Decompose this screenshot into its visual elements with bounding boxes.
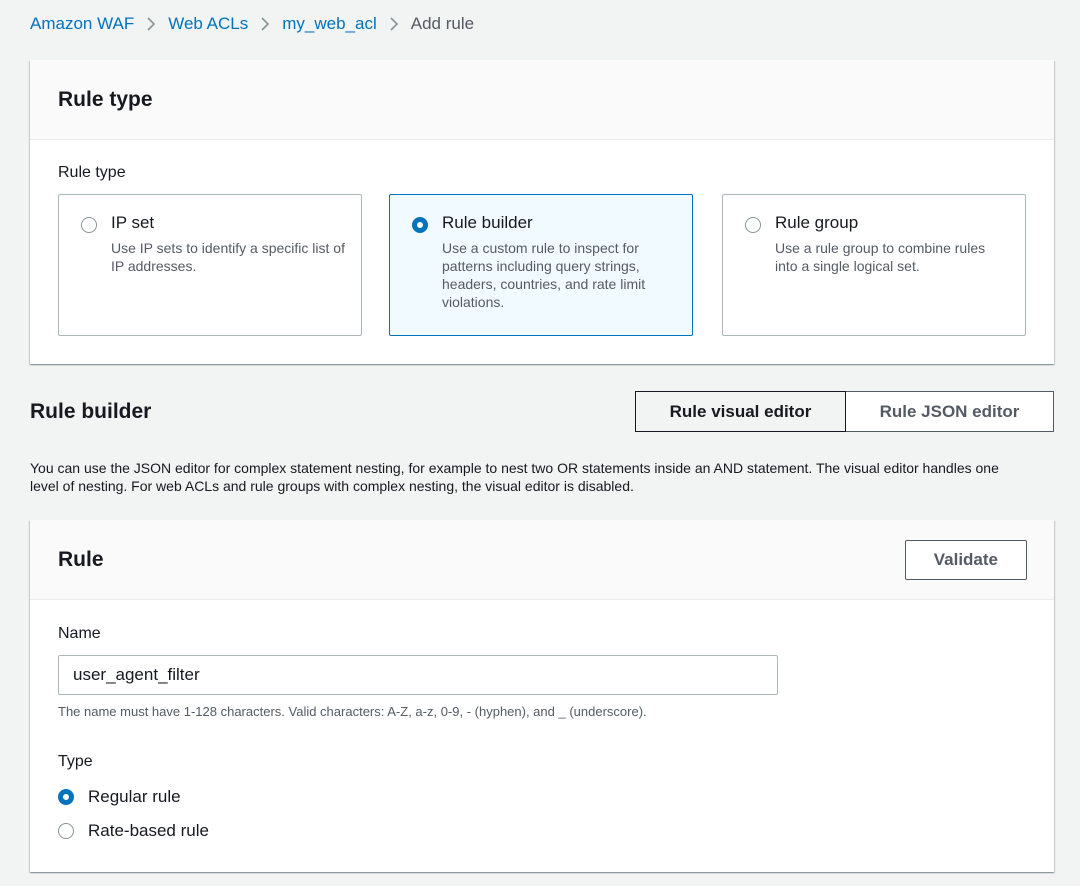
rule-type-panel-title: Rule type — [58, 87, 153, 111]
type-option-regular-rule[interactable]: Regular rule — [58, 787, 181, 807]
name-field-label: Name — [58, 625, 101, 642]
rule-visual-editor-button[interactable]: Rule visual editor — [635, 391, 846, 432]
breadcrumb-current: Add rule — [410, 14, 475, 33]
name-constraint-text: The name must have 1-128 characters. Val… — [58, 704, 647, 719]
rule-builder-help-text: You can use the JSON editor for complex … — [30, 460, 999, 494]
tile-rule-group-title: Rule group — [775, 213, 859, 232]
rule-type-panel: Rule type Rule type IP set Use IP sets t… — [30, 60, 1054, 364]
name-input[interactable] — [58, 655, 778, 695]
tile-rule-builder[interactable]: Rule builder Use a custom rule to inspec… — [389, 194, 693, 336]
chevron-right-icon — [389, 16, 399, 32]
rule-json-editor-button[interactable]: Rule JSON editor — [846, 391, 1054, 432]
rule-panel-title: Rule — [58, 547, 104, 571]
regular-rule-label: Regular rule — [88, 787, 181, 806]
breadcrumb: Amazon WAF Web ACLs my_web_acl Add rule — [30, 14, 474, 34]
radio-regular-rule[interactable] — [58, 789, 74, 805]
validate-button[interactable]: Validate — [904, 539, 1027, 580]
tile-ip-set-description: Use IP sets to identify a specific list … — [111, 240, 345, 274]
radio-rule-builder[interactable] — [412, 217, 428, 233]
radio-ip-set[interactable] — [81, 217, 97, 233]
chevron-right-icon — [146, 16, 156, 32]
tile-rule-builder-title: Rule builder — [442, 213, 533, 232]
rule-type-field-label: Rule type — [58, 164, 126, 181]
radio-rate-based-rule[interactable] — [58, 823, 74, 839]
type-field-label: Type — [58, 753, 93, 770]
editor-toggle: Rule visual editor Rule JSON editor — [635, 391, 1054, 432]
rule-builder-title: Rule builder — [30, 400, 152, 423]
breadcrumb-amazon-waf[interactable]: Amazon WAF — [30, 14, 134, 34]
type-option-rate-based-rule[interactable]: Rate-based rule — [58, 821, 209, 841]
tile-ip-set[interactable]: IP set Use IP sets to identify a specifi… — [58, 194, 362, 336]
tile-ip-set-title: IP set — [111, 213, 155, 232]
radio-rule-group[interactable] — [745, 217, 761, 233]
rate-based-rule-label: Rate-based rule — [88, 821, 209, 840]
breadcrumb-web-acls[interactable]: Web ACLs — [168, 14, 248, 34]
tile-rule-group[interactable]: Rule group Use a rule group to combine r… — [722, 194, 1026, 336]
rule-type-panel-header: Rule type — [30, 60, 1054, 140]
tile-rule-builder-description: Use a custom rule to inspect for pattern… — [442, 240, 646, 310]
breadcrumb-my-web-acl[interactable]: my_web_acl — [282, 14, 377, 34]
tile-rule-group-description: Use a rule group to combine rules into a… — [775, 240, 986, 274]
rule-panel: Rule Validate Name The name must have 1-… — [30, 520, 1054, 872]
rule-panel-header: Rule Validate — [30, 520, 1054, 600]
chevron-right-icon — [260, 16, 270, 32]
